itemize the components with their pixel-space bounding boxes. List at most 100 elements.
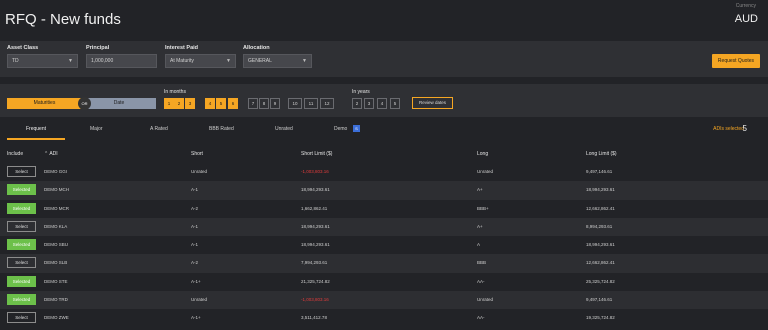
- table-row: Selected DEMO MCH A-1 18,994,293.61 A+ 18,994…: [0, 181, 768, 200]
- month-12-button[interactable]: 12: [320, 98, 334, 109]
- chevron-down-icon: ▼: [226, 58, 231, 64]
- short-rating: A-1: [191, 187, 199, 193]
- allocation-select[interactable]: GENERAL ▼: [243, 54, 312, 68]
- long-limit: 12,662,862.41: [586, 260, 615, 266]
- long-rating: BBB: [477, 260, 487, 266]
- month-2-button[interactable]: 2: [174, 98, 184, 109]
- table-row: Select DEMO ZWE A-1+ 3,511,412.78 AA- 19,325,…: [0, 309, 768, 327]
- adi-tabs: Frequent Major A Rated BBB Rated Unrated…: [0, 119, 768, 140]
- principal-input[interactable]: 1,000,000: [86, 54, 157, 68]
- table-row: Select DEMO GGI Unrated -1,003,803.16 Unrate…: [0, 163, 768, 181]
- tab-a-rated[interactable]: A Rated: [150, 126, 168, 132]
- page-title: RFQ - New funds: [5, 11, 121, 28]
- month-6-button[interactable]: 6: [228, 98, 238, 109]
- adi-name: DEMO MCR: [44, 205, 69, 211]
- asset-class-label: Asset Class: [7, 45, 39, 51]
- month-5-button[interactable]: 5: [216, 98, 226, 109]
- short-rating: Unrated: [191, 169, 208, 174]
- tab-unrated[interactable]: Unrated: [275, 126, 293, 132]
- adis-selected-count: 5: [742, 124, 747, 133]
- select-adi-button[interactable]: Selected: [7, 184, 36, 196]
- short-rating: A-1: [191, 242, 199, 248]
- table-body: Select DEMO GGI Unrated -1,003,803.16 Unrate…: [0, 163, 768, 328]
- adi-name: DEMO SBU: [44, 242, 69, 248]
- year-4-button[interactable]: 4: [377, 98, 387, 109]
- col-long: Long: [477, 151, 489, 157]
- select-adi-button[interactable]: Select: [7, 166, 36, 177]
- terms-panel: Maturities Date OR In months 1 2 3 4 5 6 7 8 9 10…: [0, 84, 768, 117]
- request-quotes-button[interactable]: Request Quotes: [712, 54, 760, 68]
- select-adi-button[interactable]: Selected: [7, 275, 36, 287]
- adi-name: DEMO GGI: [44, 169, 68, 174]
- long-limit: 25,325,724.82: [586, 278, 615, 284]
- select-adi-button[interactable]: Select: [7, 312, 36, 324]
- long-limit: 12,662,862.41: [586, 205, 615, 211]
- month-8-button[interactable]: 8: [259, 98, 269, 109]
- month-1-button[interactable]: 1: [164, 98, 174, 109]
- long-rating: A: [477, 242, 481, 248]
- adi-name: DEMO KLA: [44, 223, 68, 229]
- month-9-button[interactable]: 9: [270, 98, 280, 109]
- select-adi-button[interactable]: Selected: [7, 239, 36, 251]
- adis-selected-label: ADIs selected: [713, 126, 744, 132]
- interest-paid-select[interactable]: At Maturity ▼: [165, 54, 236, 68]
- table-row: Select DEMO KLA A-1 18,994,293.61 A+ 8,994,29…: [0, 217, 768, 237]
- review-dates-button[interactable]: Review dates: [412, 97, 453, 109]
- short-limit: -1,003,803.16: [301, 169, 329, 174]
- long-limit: 18,994,293.61: [586, 242, 615, 248]
- month-10-button[interactable]: 10: [288, 98, 302, 109]
- col-short: Short: [191, 151, 203, 157]
- long-rating: A+: [477, 187, 483, 193]
- tab-bbb-rated[interactable]: BBB Rated: [209, 126, 234, 132]
- select-adi-button[interactable]: Selected: [7, 202, 36, 214]
- adi-name: DEMO TRD: [44, 297, 68, 303]
- active-tab-indicator: [7, 138, 65, 140]
- short-limit: -1,003,803.16: [301, 297, 329, 303]
- select-adi-button[interactable]: Selected: [7, 294, 36, 306]
- year-2-button[interactable]: 2: [352, 98, 362, 109]
- month-4-button[interactable]: 4: [205, 98, 215, 109]
- table-row: Selected DEMO SBU A-1 18,994,293.61 A 18,994,…: [0, 236, 768, 254]
- select-adi-button[interactable]: Select: [7, 220, 36, 232]
- asset-class-select[interactable]: TD ▼: [7, 54, 78, 68]
- month-7-button[interactable]: 7: [248, 98, 258, 109]
- long-rating: AA-: [477, 278, 485, 284]
- col-long-limit: Long Limit ($): [586, 151, 617, 157]
- allocation-value: GENERAL: [248, 58, 272, 64]
- principal-label: Principal: [86, 45, 110, 51]
- currency-label: Currency: [735, 3, 756, 9]
- select-adi-button[interactable]: Select: [7, 257, 36, 269]
- month-11-button[interactable]: 11: [304, 98, 318, 109]
- toggle-maturities[interactable]: Maturities: [7, 98, 82, 109]
- long-rating: BBB+: [477, 205, 489, 211]
- year-5-button[interactable]: 5: [390, 98, 400, 109]
- tab-demo[interactable]: Demo: [334, 126, 347, 132]
- adi-name: DEMO ZWE: [44, 315, 69, 321]
- table-row: Select DEMO SLB A-2 7,994,293.61 BBB 12,662,8…: [0, 254, 768, 273]
- tab-major[interactable]: Major: [90, 126, 103, 132]
- demo-badge: S: [353, 125, 360, 132]
- table-header: Include ⌃ ADI Short Short Limit ($) Long…: [0, 145, 768, 163]
- table-row: Selected DEMO STE A-1+ 21,325,724.82 AA- 25,3…: [0, 273, 768, 291]
- long-rating: Unrated: [477, 169, 494, 174]
- toggle-knob: OR: [78, 97, 91, 110]
- col-short-limit: Short Limit ($): [301, 151, 333, 157]
- col-adi-label: ADI: [49, 151, 58, 157]
- short-limit: 1,662,862.41: [301, 205, 328, 211]
- short-rating: A-1+: [191, 315, 201, 321]
- months-label: In months: [164, 89, 186, 95]
- col-adi[interactable]: ⌃ ADI: [44, 151, 58, 157]
- years-label: In years: [352, 89, 370, 95]
- short-rating: A-2: [191, 260, 199, 266]
- maturity-date-toggle[interactable]: Maturities Date OR: [7, 97, 156, 110]
- short-limit: 7,994,293.61: [301, 260, 328, 266]
- year-3-button[interactable]: 3: [364, 98, 374, 109]
- month-3-button[interactable]: 3: [185, 98, 195, 109]
- short-limit: 18,994,293.61: [301, 242, 330, 248]
- toggle-date[interactable]: Date: [82, 98, 156, 109]
- short-limit: 21,325,724.82: [301, 278, 330, 284]
- asset-class-value: TD: [12, 58, 19, 64]
- col-include: Include: [7, 151, 24, 157]
- long-rating: Unrated: [477, 297, 494, 303]
- tab-frequent[interactable]: Frequent: [26, 126, 46, 132]
